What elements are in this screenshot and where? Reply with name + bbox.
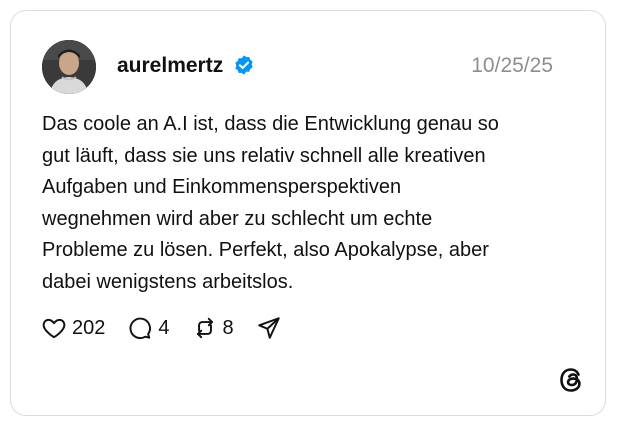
reply-button[interactable]: 4 [127, 315, 170, 341]
repost-count: 8 [222, 317, 234, 339]
post-actions: 202 4 8 [41, 313, 309, 343]
avatar[interactable] [42, 40, 96, 94]
post-text: Das coole an A.I ist, dass die Entwicklu… [42, 113, 499, 293]
post-date: 10/25/25 [471, 54, 553, 77]
comment-icon [129, 317, 152, 340]
reply-count: 4 [158, 317, 170, 339]
share-button[interactable] [256, 315, 287, 341]
like-count: 202 [72, 317, 106, 339]
repost-icon [196, 317, 213, 339]
verified-badge-icon [233, 54, 255, 76]
username[interactable]: aurelmertz [117, 54, 223, 78]
repost-button[interactable]: 8 [192, 315, 234, 341]
like-button[interactable]: 202 [41, 315, 105, 341]
send-icon [257, 317, 280, 339]
post-card: aurelmertz 10/25/25 Das coole an A.I ist… [10, 10, 606, 416]
heart-icon [42, 318, 66, 339]
threads-logo-icon [556, 365, 586, 395]
